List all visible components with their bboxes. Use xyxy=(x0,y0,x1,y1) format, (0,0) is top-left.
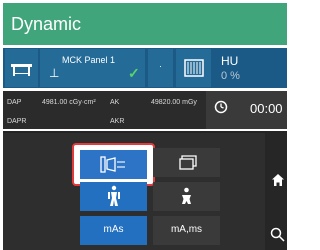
panel-orientation-icon: ⊥ xyxy=(49,66,60,80)
table-button[interactable] xyxy=(5,49,38,87)
dose-panel: DAP 4981.00 cGy·cm² AK 49820.00 mGy DAPR… xyxy=(3,91,287,129)
hu-label: HU xyxy=(221,54,239,68)
timer-display: 00:00 xyxy=(206,91,287,129)
home-icon[interactable] xyxy=(271,173,285,187)
toolbar: MCK Panel 1 ⊥ ✓ · HU 0 % xyxy=(3,48,287,88)
grid-button[interactable] xyxy=(176,49,211,87)
page-title: Dynamic xyxy=(11,14,82,34)
window-icon xyxy=(179,155,197,170)
app-frame: Dynamic MCK Panel 1 ⊥ ✓ · HU 0 % DAP 498… xyxy=(0,0,287,250)
check-icon: ✓ xyxy=(128,65,140,81)
mas-button[interactable]: mAs xyxy=(80,216,147,245)
panel-view-button-highlight[interactable] xyxy=(72,143,155,186)
table-icon xyxy=(11,64,32,76)
clock-icon xyxy=(214,100,228,114)
person-icon xyxy=(108,185,120,206)
dapr-label: DAPR xyxy=(7,118,27,125)
ak-label: AK xyxy=(110,99,120,106)
timer-value: 00:00 xyxy=(250,101,283,116)
divider xyxy=(3,131,287,133)
header-bar: Dynamic xyxy=(3,3,287,45)
child-icon xyxy=(182,187,191,204)
child-button[interactable] xyxy=(153,182,220,211)
grid-icon xyxy=(184,59,204,77)
dap-label: DAP xyxy=(7,99,22,106)
toolbar-dot-button[interactable]: · xyxy=(148,49,173,87)
mams-label: mA,ms xyxy=(170,224,203,235)
mas-label: mAs xyxy=(103,224,124,235)
person-button[interactable] xyxy=(80,182,147,211)
hu-display: HU 0 % xyxy=(215,48,287,88)
panel-view-button[interactable] xyxy=(80,150,147,179)
panel-view-icon xyxy=(100,156,125,173)
dap-value: 4981.00 cGy·cm² xyxy=(42,99,96,106)
hu-value: 0 % xyxy=(221,70,240,82)
dot-text: · xyxy=(159,61,162,71)
window-button[interactable] xyxy=(153,148,220,177)
search-icon[interactable] xyxy=(270,227,286,243)
detector-panel-selector[interactable]: MCK Panel 1 ⊥ ✓ xyxy=(40,49,145,87)
ak-value: 49820.00 mGy xyxy=(151,99,197,106)
mams-button[interactable]: mA,ms xyxy=(153,216,220,245)
panel-label: MCK Panel 1 xyxy=(62,55,116,65)
akr-label: AKR xyxy=(110,118,125,125)
